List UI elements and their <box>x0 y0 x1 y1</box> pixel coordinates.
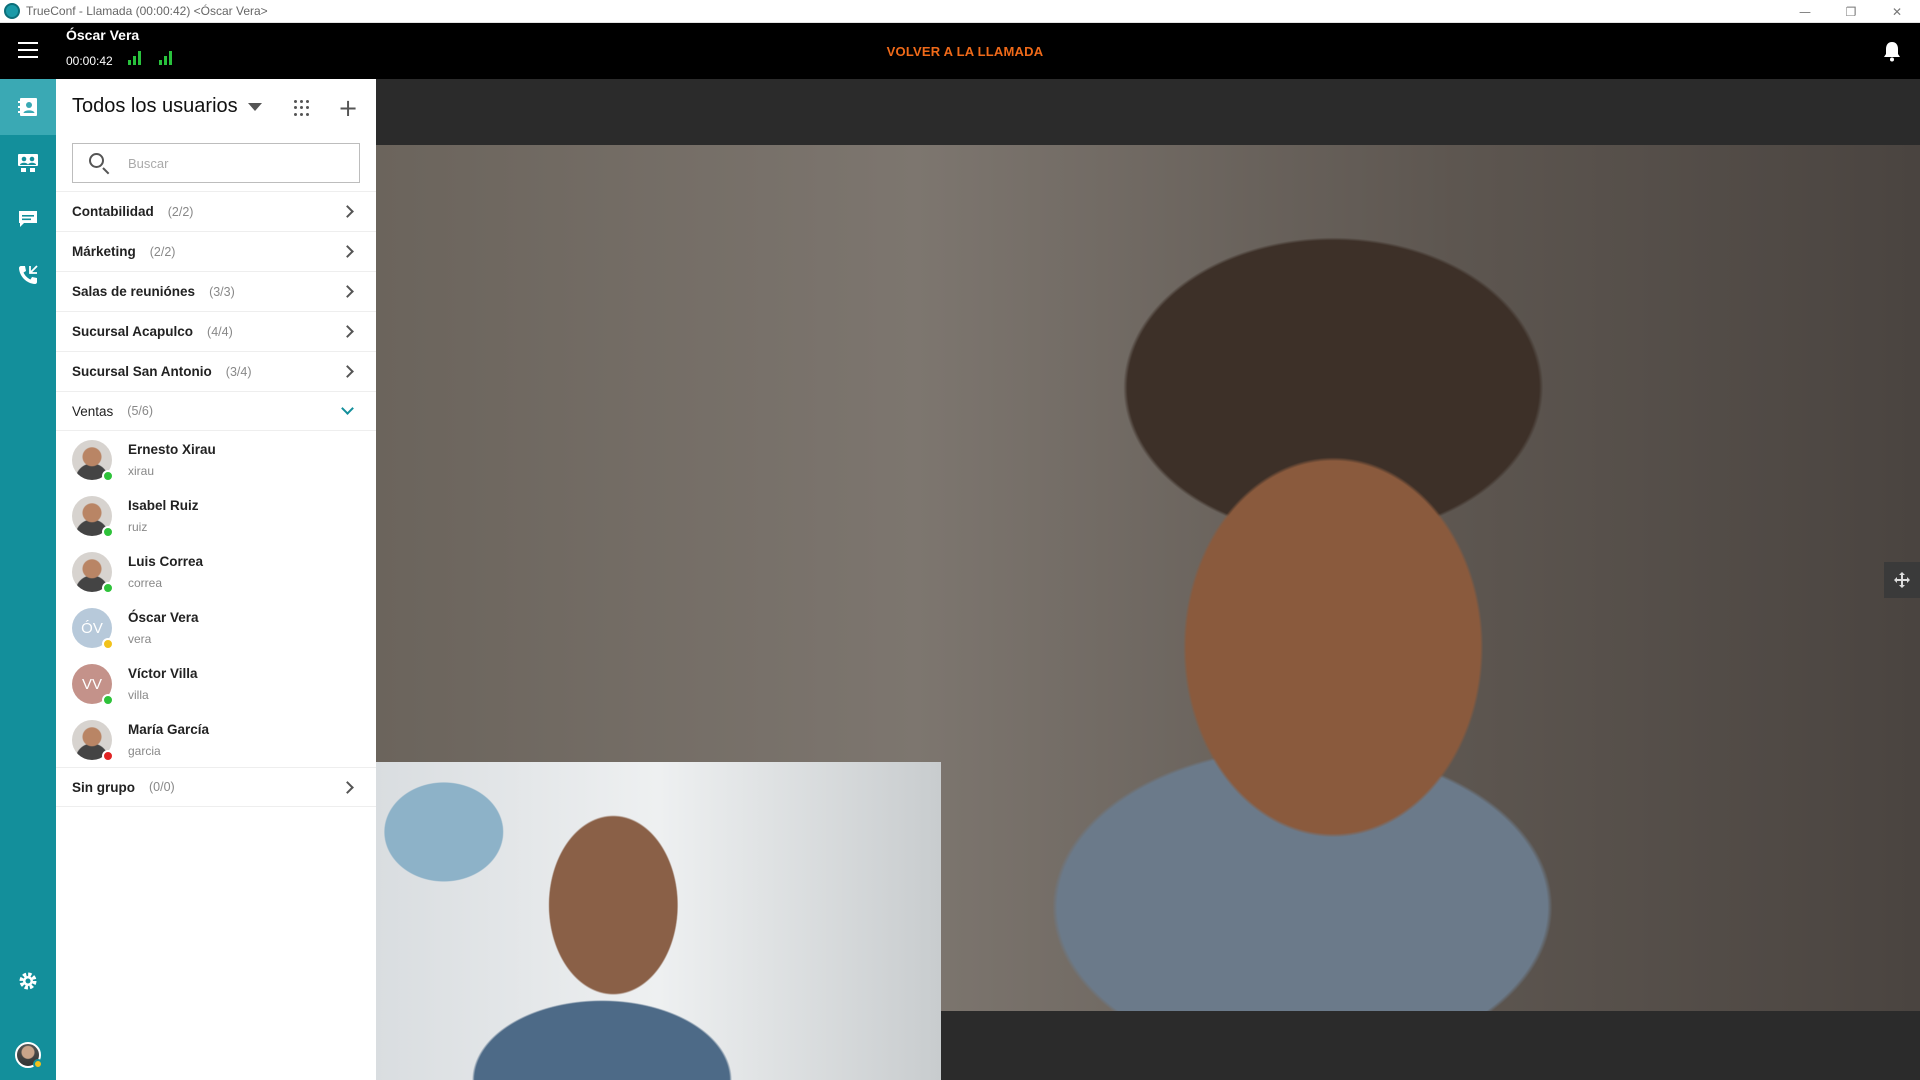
contact-row[interactable]: ÓV Óscar Vera vera <box>56 599 376 655</box>
contact-login: xirau <box>128 464 155 478</box>
minimize-button[interactable]: — <box>1782 0 1828 23</box>
contacts-icon <box>18 98 37 116</box>
group-row-marketing[interactable]: Márketing (2/2) <box>56 231 376 271</box>
move-arrows-icon <box>1894 572 1910 588</box>
contacts-filter-dropdown[interactable]: Todos los usuarios <box>72 95 262 118</box>
call-history-icon <box>19 265 38 284</box>
return-to-call-button[interactable]: VOLVER A LA LLAMADA <box>0 44 1920 59</box>
rail-chat[interactable] <box>0 191 56 247</box>
group-name: Sucursal San Antonio <box>72 364 212 379</box>
group-count: (2/2) <box>167 204 194 219</box>
group-name: Salas de reuniónes <box>72 284 196 299</box>
contact-row[interactable]: Luis Correa correa <box>56 543 376 599</box>
contacts-panel: Todos los usuarios + Contabilidad (2/2) … <box>56 79 376 1080</box>
trueconf-logo-icon <box>4 3 20 19</box>
notifications-bell-icon[interactable] <box>1882 40 1902 62</box>
self-view-video[interactable] <box>376 762 941 1080</box>
search-icon <box>89 153 104 168</box>
group-row-salas-de-reuniones[interactable]: Salas de reuniónes (3/3) <box>56 271 376 311</box>
chevron-right-icon <box>341 285 354 298</box>
contact-row[interactable]: Ernesto Xirau xirau <box>56 431 376 487</box>
contact-name: Luis Correa <box>128 554 204 569</box>
status-online-indicator <box>102 470 114 482</box>
group-name: Sin grupo <box>72 779 135 795</box>
settings-icon <box>19 972 37 990</box>
rail-settings[interactable] <box>0 953 56 1009</box>
contact-name: Óscar Vera <box>128 610 199 625</box>
window-controls: — ❐ ✕ <box>1782 0 1920 23</box>
contacts-filter-label: Todos los usuarios <box>72 95 238 117</box>
search-box[interactable] <box>72 143 360 183</box>
group-row-sucursal-san-antonio[interactable]: Sucursal San Antonio (3/4) <box>56 351 376 391</box>
group-count: (0/0) <box>149 780 175 794</box>
contact-name: Isabel Ruiz <box>128 498 199 513</box>
search-input[interactable] <box>128 152 348 174</box>
group-count: (3/3) <box>209 284 235 299</box>
status-online-indicator <box>102 694 114 706</box>
conferences-icon <box>18 154 38 172</box>
group-name: Contabilidad <box>72 204 154 219</box>
group-count: (5/6) <box>127 404 153 418</box>
layout-toggle-button[interactable] <box>1884 562 1920 598</box>
chevron-right-icon <box>341 205 354 218</box>
group-name: Ventas <box>72 403 114 419</box>
contact-row[interactable]: María García garcia <box>56 711 376 767</box>
status-online-indicator <box>102 582 114 594</box>
my-profile-avatar[interactable] <box>15 1042 43 1069</box>
chevron-right-icon <box>341 365 354 378</box>
rail-call-history[interactable] <box>0 247 56 303</box>
caret-down-icon <box>247 102 262 111</box>
contact-name: María García <box>128 722 210 737</box>
group-name: Márketing <box>72 244 136 259</box>
chevron-right-icon <box>341 245 354 258</box>
chevron-right-icon <box>341 325 354 338</box>
contact-login: garcia <box>128 744 161 758</box>
contact-login: vera <box>128 632 152 646</box>
status-busy-indicator <box>102 750 114 762</box>
contact-login: ruiz <box>128 520 148 534</box>
group-row-contabilidad[interactable]: Contabilidad (2/2) <box>56 191 376 231</box>
navigation-rail <box>0 79 56 1080</box>
chevron-right-icon <box>341 781 354 794</box>
dialpad-icon[interactable] <box>294 100 310 116</box>
group-row-sin-grupo[interactable]: Sin grupo (0/0) <box>56 767 376 807</box>
group-row-ventas[interactable]: Ventas (5/6) <box>56 391 376 431</box>
caller-name: Óscar Vera <box>66 27 140 43</box>
group-count: (3/4) <box>225 364 252 379</box>
window-titlebar: TrueConf - Llamada (00:00:42) <Óscar Ver… <box>0 0 1920 23</box>
contact-login: villa <box>128 688 149 702</box>
call-status-bar: Óscar Vera 00:00:42 VOLVER A LA LLAMADA <box>0 23 1920 79</box>
status-away-indicator <box>102 638 114 650</box>
rail-conferences[interactable] <box>0 135 56 191</box>
group-count: (4/4) <box>207 324 233 339</box>
status-online-indicator <box>102 526 114 538</box>
chevron-down-icon <box>341 402 354 415</box>
group-name: Sucursal Acapulco <box>72 324 194 339</box>
close-button[interactable]: ✕ <box>1874 0 1920 23</box>
restore-button[interactable]: ❐ <box>1828 0 1874 23</box>
contact-row[interactable]: VV Víctor Villa villa <box>56 655 376 711</box>
rail-contacts[interactable] <box>0 79 56 135</box>
video-area <box>376 79 1920 1080</box>
contact-name: Víctor Villa <box>128 666 198 681</box>
window-title: TrueConf - Llamada (00:00:42) <Óscar Ver… <box>26 4 268 18</box>
contact-name: Ernesto Xirau <box>128 442 216 457</box>
add-contact-icon[interactable]: + <box>338 96 358 120</box>
chat-icon <box>19 211 37 227</box>
group-row-sucursal-acapulco[interactable]: Sucursal Acapulco (4/4) <box>56 311 376 351</box>
contact-row[interactable]: Isabel Ruiz ruiz <box>56 487 376 543</box>
my-status-indicator <box>33 1059 43 1069</box>
group-count: (2/2) <box>149 244 176 259</box>
contact-login: correa <box>128 576 163 590</box>
